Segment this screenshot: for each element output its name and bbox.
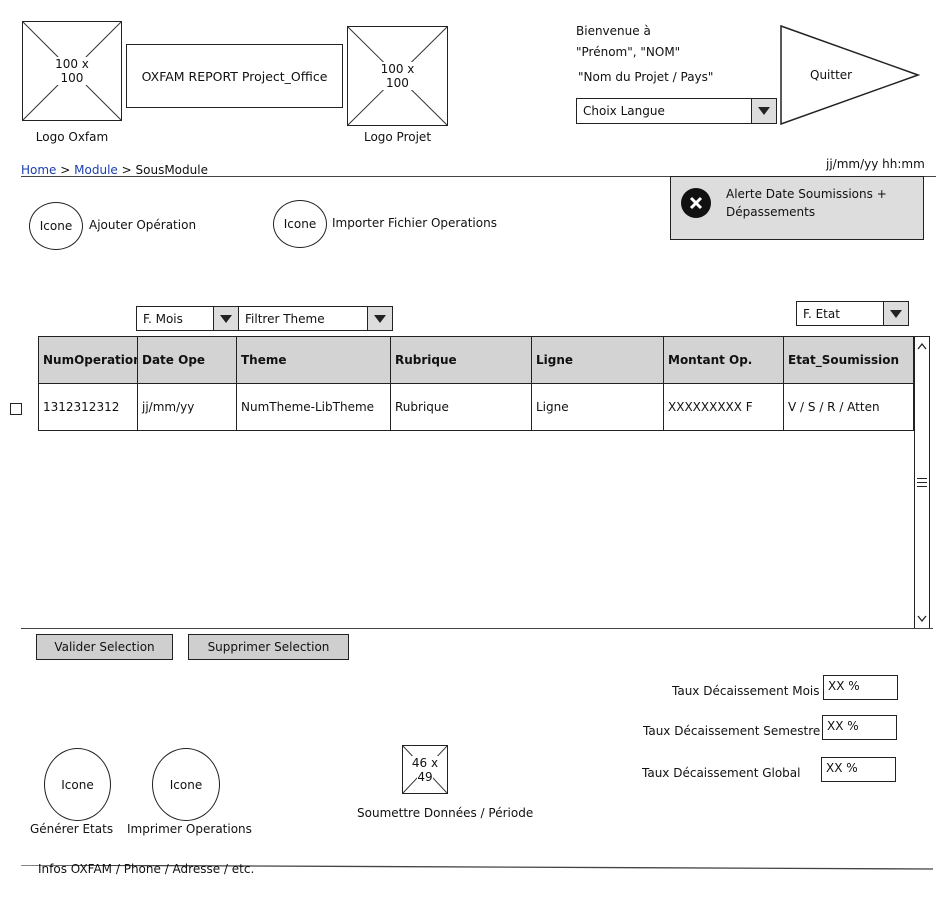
add-operation-icon[interactable]: Icone xyxy=(29,202,83,250)
quit-button[interactable]: Quitter xyxy=(780,24,921,126)
filter-month-select[interactable]: F. Mois xyxy=(136,306,239,331)
app-title: OXFAM REPORT Project_Office xyxy=(126,44,343,108)
rate-global-field[interactable]: XX % xyxy=(821,757,896,782)
breadcrumb-submodule: SousModule xyxy=(135,163,208,177)
alert-text-line1: Alerte Date Soumissions + xyxy=(726,187,887,201)
chevron-down-icon[interactable] xyxy=(883,302,908,325)
logo-projet-image: 100 x 100 xyxy=(347,26,448,126)
row-select-checkbox[interactable] xyxy=(10,403,22,415)
rate-month-label: Taux Décaissement Mois xyxy=(672,684,820,698)
logo-oxfam-placeholder: 100 x 100 xyxy=(42,57,102,85)
column-header[interactable]: Montant Op. xyxy=(663,336,784,384)
submit-data-placeholder: 46 x 49 xyxy=(411,755,439,784)
breadcrumb-module[interactable]: Module xyxy=(74,163,118,177)
submit-data-icon[interactable]: 46 x 49 xyxy=(402,745,448,794)
print-operations-label[interactable]: Imprimer Operations xyxy=(127,822,252,836)
column-header[interactable]: Etat_Soumission xyxy=(783,336,914,384)
chevron-down-icon[interactable] xyxy=(751,99,776,123)
breadcrumb-separator: > xyxy=(60,163,71,177)
table-cell: NumTheme-LibTheme xyxy=(236,383,391,431)
filter-state-select[interactable]: F. Etat xyxy=(796,301,909,326)
filter-state-value: F. Etat xyxy=(803,306,840,321)
logo-projet-placeholder: 100 x 100 xyxy=(367,62,428,90)
table-cell: Ligne xyxy=(531,383,664,431)
table-cell: 1312312312 xyxy=(38,383,138,431)
close-icon[interactable] xyxy=(681,188,711,218)
column-header[interactable]: Date Ope xyxy=(137,336,237,384)
filter-theme-value: Filtrer Theme xyxy=(245,311,325,326)
rate-semester-field[interactable]: XX % xyxy=(822,715,897,740)
column-header[interactable]: NumOperation xyxy=(38,336,138,384)
language-select[interactable]: Choix Langue xyxy=(576,98,777,124)
scrollbar-thumb[interactable] xyxy=(917,475,927,490)
table-cell: V / S / R / Atten xyxy=(783,383,914,431)
chevron-down-icon[interactable] xyxy=(367,307,392,330)
user-name: "Prénom", "NOM" xyxy=(576,45,681,59)
delete-selection-button[interactable]: Supprimer Selection xyxy=(188,634,349,660)
submit-data-label[interactable]: Soumettre Données / Période xyxy=(357,806,533,820)
filter-month-value: F. Mois xyxy=(143,311,183,326)
table-cell: Rubrique xyxy=(390,383,532,431)
add-operation-label[interactable]: Ajouter Opération xyxy=(89,218,196,232)
welcome-text: Bienvenue à xyxy=(576,24,651,38)
validate-selection-button[interactable]: Valider Selection xyxy=(36,634,173,660)
table-bottom-divider xyxy=(21,628,933,629)
rate-global-label: Taux Décaissement Global xyxy=(642,766,801,780)
quit-label: Quitter xyxy=(810,68,853,82)
alert-text-line2: Dépassements xyxy=(726,205,816,219)
rate-semester-label: Taux Décaissement Semestre xyxy=(643,724,821,738)
column-header[interactable]: Rubrique xyxy=(390,336,532,384)
datetime-display: jj/mm/yy hh:mm xyxy=(826,157,925,171)
chevron-down-icon[interactable] xyxy=(917,612,927,626)
column-header[interactable]: Ligne xyxy=(531,336,664,384)
generate-reports-label[interactable]: Générer Etats xyxy=(30,822,113,836)
breadcrumb: Home > Module > SousModule xyxy=(21,163,208,177)
chevron-up-icon[interactable] xyxy=(917,339,927,353)
logo-oxfam-image: 100 x 100 xyxy=(22,21,122,121)
import-operations-label[interactable]: Importer Fichier Operations xyxy=(332,216,497,230)
print-operations-icon[interactable]: Icone xyxy=(152,748,220,821)
breadcrumb-home[interactable]: Home xyxy=(21,163,56,177)
breadcrumb-separator: > xyxy=(121,163,132,177)
language-select-value: Choix Langue xyxy=(583,104,665,118)
chevron-down-icon[interactable] xyxy=(213,307,238,330)
import-operations-icon[interactable]: Icone xyxy=(273,200,327,248)
logo-projet-caption: Logo Projet xyxy=(363,130,432,144)
alert-box[interactable]: Alerte Date Soumissions + Dépassements xyxy=(670,176,924,240)
table-row[interactable]: 1312312312 jj/mm/yy NumTheme-LibTheme Ru… xyxy=(38,383,914,431)
generate-reports-icon[interactable]: Icone xyxy=(44,748,111,821)
table-cell: jj/mm/yy xyxy=(137,383,237,431)
project-country: "Nom du Projet / Pays" xyxy=(578,70,714,84)
table-scrollbar[interactable] xyxy=(914,336,930,629)
table-header-row: NumOperation Date Ope Theme Rubrique Lig… xyxy=(38,336,914,384)
operations-table: NumOperation Date Ope Theme Rubrique Lig… xyxy=(38,336,914,431)
column-header[interactable]: Theme xyxy=(236,336,391,384)
logo-oxfam-caption: Logo Oxfam xyxy=(35,130,109,144)
filter-theme-select[interactable]: Filtrer Theme xyxy=(238,306,393,331)
footer-info: Infos OXFAM / Phone / Adresse / etc. xyxy=(38,862,255,876)
table-cell: XXXXXXXXX F xyxy=(663,383,784,431)
rate-month-field[interactable]: XX % xyxy=(823,675,898,700)
